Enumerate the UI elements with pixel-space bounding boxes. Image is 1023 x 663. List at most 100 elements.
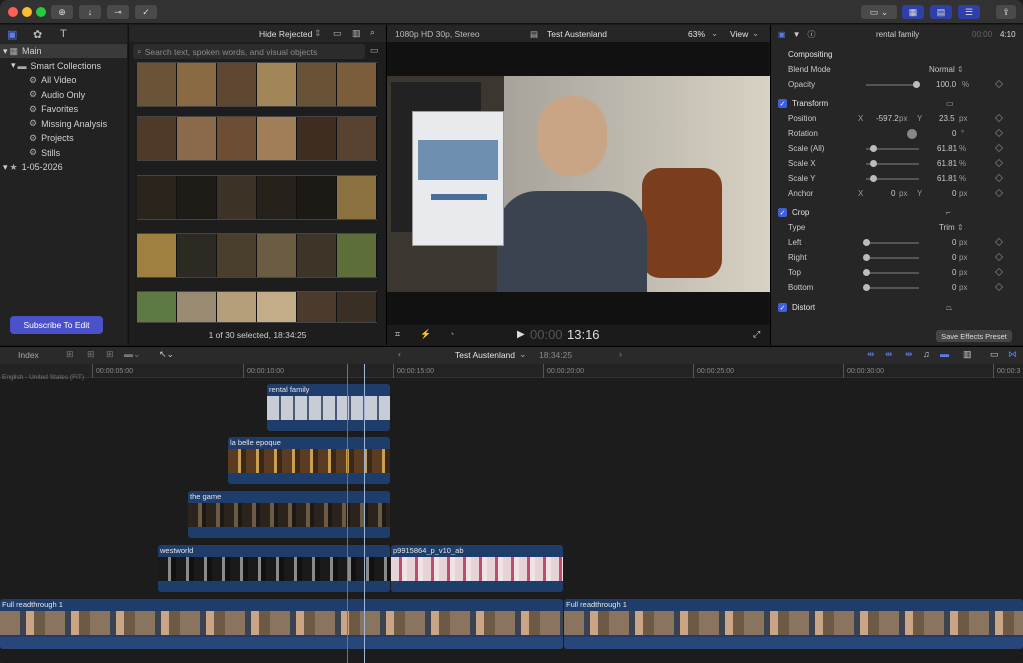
connect-clip-icon[interactable]: ⊞ (66, 349, 74, 360)
sidebar-item[interactable]: ▾ ▬ Smart Collections (0, 59, 127, 73)
forward-arrow-icon[interactable]: › (619, 349, 622, 359)
import-media-button[interactable]: ⊕ (51, 5, 73, 19)
sidebar-item[interactable]: ⚙ All Video (0, 73, 127, 87)
transform-tool-icon[interactable]: ⌗ (395, 329, 400, 340)
search-icon[interactable]: ⌕ (370, 27, 375, 38)
select-tool-icon[interactable]: ↖⌄ (159, 349, 174, 360)
index-button[interactable]: Index (18, 350, 39, 360)
insert-clip-icon[interactable]: ⊞ (87, 349, 95, 360)
crop-top-slider-knob[interactable] (863, 269, 870, 276)
hide-rejected-filter[interactable]: Hide Rejected (259, 29, 312, 39)
inspector-toggle-button[interactable]: ☰ (958, 5, 980, 19)
keyframe-diamond-icon[interactable] (994, 252, 1004, 262)
titles-generators-tab-icon[interactable]: T (60, 28, 67, 40)
video-inspector-tab-icon[interactable]: ▣ (778, 30, 786, 39)
scale-y-slider-knob[interactable] (870, 175, 877, 182)
clip-filmstrip[interactable] (137, 233, 377, 278)
transform-header[interactable]: ✓ Transform ▭ (771, 96, 1023, 111)
roles-icon[interactable]: ⇹ (905, 349, 913, 360)
crop-right-value[interactable]: 0 (952, 253, 956, 262)
close-window-button[interactable] (8, 7, 18, 17)
opacity-slider-knob[interactable] (913, 81, 920, 88)
keyframe-diamond-icon[interactable] (994, 282, 1004, 292)
clip-appearance-icon[interactable]: ▥ (963, 349, 972, 360)
crop-left-slider-knob[interactable] (863, 239, 870, 246)
crop-left-value[interactable]: 0 (952, 238, 956, 247)
crop-left-slider[interactable] (866, 242, 919, 244)
playhead[interactable] (347, 364, 348, 663)
scale-x-slider-knob[interactable] (870, 160, 877, 167)
clip-full-readthrough-1[interactable]: Full readthrough 1 (0, 599, 563, 649)
keyframe-diamond-icon[interactable] (994, 237, 1004, 247)
video-frame[interactable] (387, 76, 770, 292)
keyframe-diamond-icon[interactable] (994, 143, 1004, 153)
keyframe-diamond-icon[interactable] (994, 188, 1004, 198)
anchor-y-value[interactable]: 0 (952, 189, 956, 198)
rotation-dial[interactable] (907, 129, 917, 139)
scale-x-value[interactable]: 61.81 (937, 159, 957, 168)
compositing-header[interactable]: Compositing (771, 47, 1023, 62)
color-inspector-tab-icon[interactable]: ▼ (793, 30, 801, 39)
clip-rental-family[interactable]: rental family (267, 384, 390, 431)
timeline-ruler[interactable]: 00:00:05:00 00:00:10:00 00:00:15:00 00:0… (0, 364, 1023, 378)
disclosure-triangle-icon[interactable]: ▾ (11, 60, 16, 71)
transitions-browser-icon[interactable]: ⋈ (1008, 349, 1017, 360)
sidebar-item[interactable]: ⚙ Stills (0, 146, 127, 160)
browser-toggle-button[interactable]: ▦ (902, 5, 924, 19)
zoom-window-button[interactable] (36, 7, 46, 17)
distort-header[interactable]: ✓ Distort ⏢ (771, 300, 1023, 315)
opacity-slider[interactable] (866, 84, 919, 86)
sidebar-item[interactable]: ⚙ Favorites (0, 102, 127, 116)
crop-top-slider[interactable] (866, 272, 919, 274)
play-icon[interactable]: ▶ (517, 329, 525, 340)
keyframe-diamond-icon[interactable] (994, 79, 1004, 89)
snapping-icon[interactable]: ▬ (940, 349, 949, 359)
libraries-tab-icon[interactable]: ▣ (7, 28, 17, 41)
sidebar-item[interactable]: ⚙ Audio Only (0, 88, 127, 102)
clip-filmstrip[interactable] (137, 62, 377, 107)
minimize-window-button[interactable] (22, 7, 32, 17)
subscribe-button[interactable]: Subscribe To Edit (10, 316, 103, 334)
append-clip-icon[interactable]: ⊞ (106, 349, 114, 360)
list-view-icon[interactable]: ▭ (333, 28, 342, 39)
viewer-view-menu[interactable]: View (730, 29, 748, 39)
crop-bottom-value[interactable]: 0 (952, 283, 956, 292)
workspace-menu-button[interactable]: ▭ ⌄ (861, 5, 897, 19)
search-field[interactable]: ⌕ Search text, spoken words, and visual … (133, 44, 365, 59)
blend-mode-select[interactable]: Normal (929, 65, 955, 74)
crop-bottom-slider-knob[interactable] (863, 284, 870, 291)
scale-all-slider-knob[interactable] (870, 145, 877, 152)
scale-y-value[interactable]: 61.81 (937, 174, 957, 183)
opacity-value[interactable]: 100.0 (936, 80, 956, 89)
back-arrow-icon[interactable]: ‹ (398, 349, 401, 359)
clip-westworld[interactable]: westworld (158, 545, 390, 592)
transform-onscreen-icon[interactable]: ▭ (946, 99, 954, 108)
share-button[interactable]: ⇪ (996, 5, 1016, 19)
crop-bottom-slider[interactable] (866, 287, 919, 289)
download-button[interactable]: ↓ (79, 5, 101, 19)
timeline-toggle-button[interactable]: ▤ (930, 5, 952, 19)
filmstrip-settings-icon[interactable]: ▭ (370, 45, 379, 56)
crop-right-slider[interactable] (866, 257, 919, 259)
photos-audio-tab-icon[interactable]: ✿ (33, 28, 42, 41)
save-effects-preset-button[interactable]: Save Effects Preset (936, 330, 1012, 342)
keyframe-diamond-icon[interactable] (994, 113, 1004, 123)
crop-right-slider-knob[interactable] (863, 254, 870, 261)
position-x-value[interactable]: -597.2 (876, 114, 899, 123)
clip-filmstrip[interactable] (137, 116, 377, 161)
timeline-area[interactable]: English - United States (FIT) rental fam… (0, 374, 1023, 663)
viewer-zoom-menu[interactable]: 63% (688, 29, 705, 39)
clip-the-game[interactable]: the game (188, 491, 390, 538)
keywords-button[interactable]: ⊸ (107, 5, 129, 19)
crop-top-value[interactable]: 0 (952, 268, 956, 277)
magic-wand-icon[interactable]: ⚡ (420, 329, 431, 340)
keyframe-diamond-icon[interactable] (994, 267, 1004, 277)
crop-header[interactable]: ✓ Crop ⌐ (771, 205, 1023, 220)
sidebar-item[interactable]: ⚙ Projects (0, 131, 127, 145)
fullscreen-icon[interactable]: ⤢ (753, 329, 760, 340)
overwrite-clip-icon[interactable]: ▬⌄ (124, 349, 141, 360)
clip-la-belle-epoque[interactable]: la belle epoque (228, 437, 390, 484)
speed-gauge-icon[interactable]: ◔ (449, 329, 454, 339)
sidebar-item[interactable]: ▾ ★ 1-05-2026 (0, 160, 127, 174)
keyframe-diamond-icon[interactable] (994, 128, 1004, 138)
